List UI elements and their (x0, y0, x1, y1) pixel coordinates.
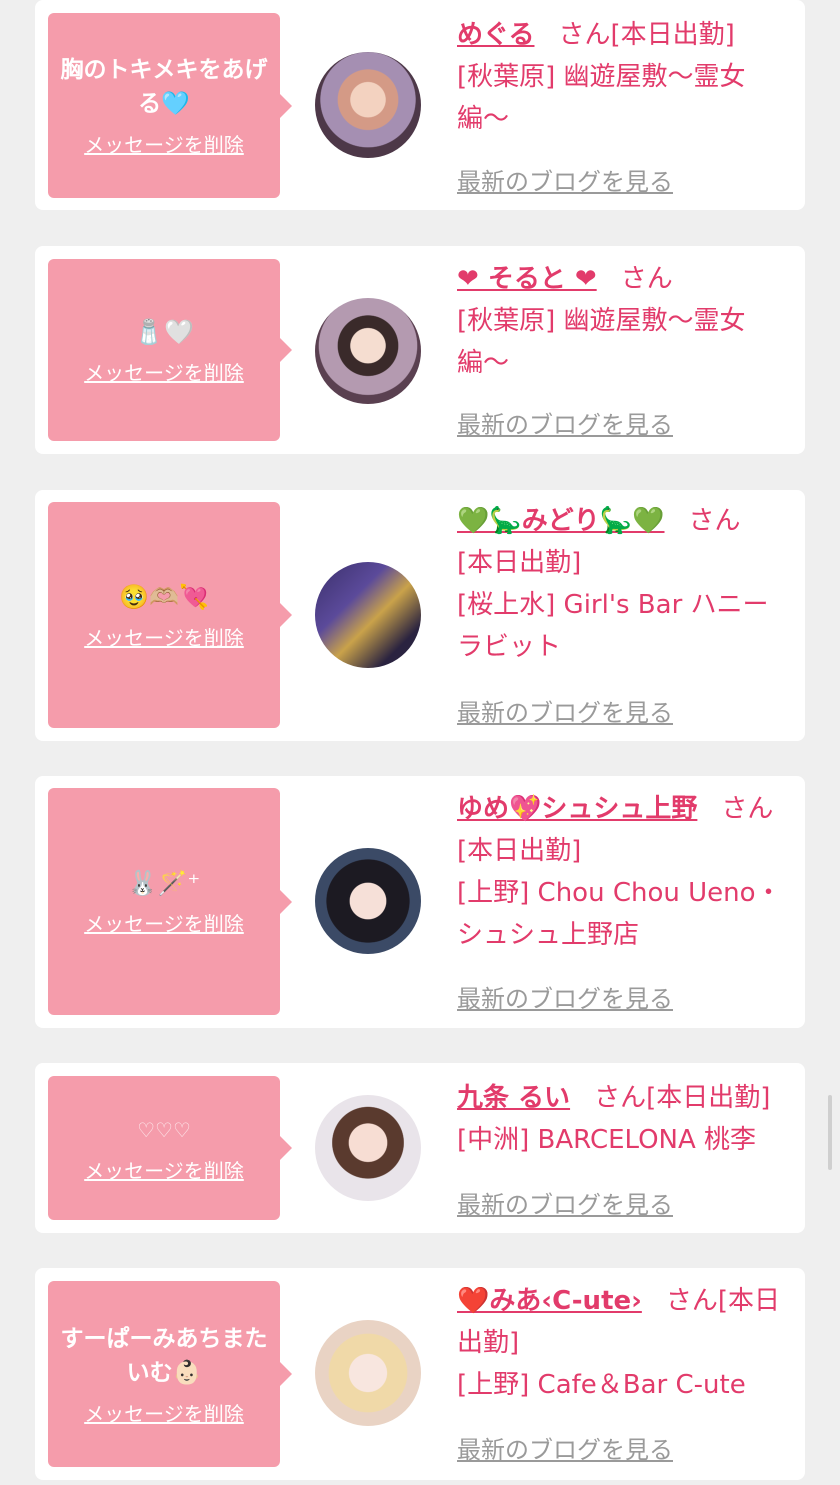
avatar[interactable] (315, 1095, 421, 1201)
honorific: さん (620, 264, 673, 294)
shop-name: [中洲] BARCELONA 桃李 (457, 1125, 757, 1155)
cast-name-link[interactable]: ❤ そると ❤ (457, 264, 597, 294)
cast-info: ❤️みあ‹C-ute› さん[本日出勤] [上野] Cafe＆Bar C-ute (457, 1280, 787, 1406)
message-card: ♡♡♡ メッセージを削除 九条 るい さん[本日出勤] [中洲] BARCELON… (35, 1063, 805, 1233)
latest-blog-link[interactable]: 最新のブログを見る (457, 1430, 673, 1465)
latest-blog-link[interactable]: 最新のブログを見る (457, 162, 673, 197)
cast-name-link[interactable]: ゆめ💖シュシュ上野 (457, 794, 697, 824)
cast-info: 九条 るい さん[本日出勤] [中洲] BARCELONA 桃李 (457, 1077, 787, 1161)
message-bubble: 🐰🪄⁺ メッセージを削除 (48, 788, 292, 1015)
latest-blog-link[interactable]: 最新のブログを見る (457, 979, 673, 1014)
message-text: 🧂🤍 (134, 317, 194, 346)
avatar[interactable] (315, 298, 421, 404)
cast-info: 💚🦕みどり🦕💚 さん [本日出勤] [桜上水] Girl's Bar ハニーラビッ… (457, 500, 787, 668)
honorific: さん (721, 794, 774, 824)
cast-info: ❤ そると ❤ さん [秋葉原] 幽遊屋敷〜霊女編〜 (457, 258, 787, 384)
cast-name-link[interactable]: ❤️みあ‹C-ute› (457, 1286, 642, 1316)
delete-message-link[interactable]: メッセージを削除 (84, 129, 244, 158)
honorific: さん (594, 1083, 647, 1113)
message-text: 🥹🫶🏼💘 (119, 582, 209, 611)
cast-info: めぐる さん[本日出勤] [秋葉原] 幽遊屋敷〜霊女編〜 (457, 14, 787, 140)
message-card: 🐰🪄⁺ メッセージを削除 ゆめ💖シュシュ上野 さん [本日出勤] [上野] Chou… (35, 776, 805, 1028)
message-text: 🐰🪄⁺ (127, 869, 201, 897)
message-card: 🥹🫶🏼💘 メッセージを削除 💚🦕みどり🦕💚 さん [本日出勤] [桜上水] Gir… (35, 490, 805, 741)
avatar[interactable] (315, 52, 421, 158)
message-text: ♡♡♡ (137, 1117, 191, 1142)
cast-name-link[interactable]: 💚🦕みどり🦕💚 (457, 506, 665, 536)
honorific: さん (688, 506, 741, 536)
cast-name-link[interactable]: 九条 るい (457, 1083, 570, 1113)
avatar[interactable] (315, 848, 421, 954)
message-text: 胸のトキメキをあげる🩵 (60, 57, 268, 117)
attendance-status: [本日出勤] (646, 1083, 771, 1113)
attendance-status: [本日出勤] (457, 548, 582, 578)
scrollbar[interactable] (828, 1095, 832, 1170)
shop-name: [桜上水] Girl's Bar ハニーラビット (457, 590, 769, 662)
shop-name: [秋葉原] 幽遊屋敷〜霊女編〜 (457, 62, 746, 134)
honorific: さん (558, 20, 611, 50)
message-card: 🧂🤍 メッセージを削除 ❤ そると ❤ さん [秋葉原] 幽遊屋敷〜霊女編〜 最新… (35, 246, 805, 454)
avatar[interactable] (315, 1320, 421, 1426)
message-bubble: すーぱーみあちまたいむ👶🏻 メッセージを削除 (48, 1281, 292, 1467)
avatar[interactable] (315, 562, 421, 668)
cast-info: ゆめ💖シュシュ上野 さん [本日出勤] [上野] Chou Chou Ueno・シュ… (457, 788, 787, 956)
message-bubble: ♡♡♡ メッセージを削除 (48, 1076, 292, 1220)
latest-blog-link[interactable]: 最新のブログを見る (457, 693, 673, 728)
delete-message-link[interactable]: メッセージを削除 (84, 622, 244, 651)
delete-message-link[interactable]: メッセージを削除 (84, 1398, 244, 1427)
message-card: 胸のトキメキをあげる🩵 メッセージを削除 めぐる さん[本日出勤] [秋葉原] 幽… (35, 0, 805, 210)
attendance-status: [本日出勤] (610, 20, 735, 50)
delete-message-link[interactable]: メッセージを削除 (84, 1155, 244, 1184)
shop-name: [上野] Chou Chou Ueno・シュシュ上野店 (457, 878, 782, 950)
delete-message-link[interactable]: メッセージを削除 (84, 908, 244, 937)
attendance-status: [本日出勤] (457, 836, 582, 866)
latest-blog-link[interactable]: 最新のブログを見る (457, 1185, 673, 1220)
shop-name: [上野] Cafe＆Bar C-ute (457, 1370, 746, 1400)
latest-blog-link[interactable]: 最新のブログを見る (457, 405, 673, 440)
message-card: すーぱーみあちまたいむ👶🏻 メッセージを削除 ❤️みあ‹C-ute› さん[本日出… (35, 1268, 805, 1480)
message-bubble: 🧂🤍 メッセージを削除 (48, 259, 292, 441)
message-text: すーぱーみあちまたいむ👶🏻 (60, 1325, 268, 1386)
delete-message-link[interactable]: メッセージを削除 (84, 357, 244, 386)
shop-name: [秋葉原] 幽遊屋敷〜霊女編〜 (457, 306, 746, 378)
cast-name-link[interactable]: めぐる (457, 20, 534, 50)
message-bubble: 🥹🫶🏼💘 メッセージを削除 (48, 502, 292, 728)
honorific: さん (665, 1286, 718, 1316)
message-bubble: 胸のトキメキをあげる🩵 メッセージを削除 (48, 13, 292, 198)
